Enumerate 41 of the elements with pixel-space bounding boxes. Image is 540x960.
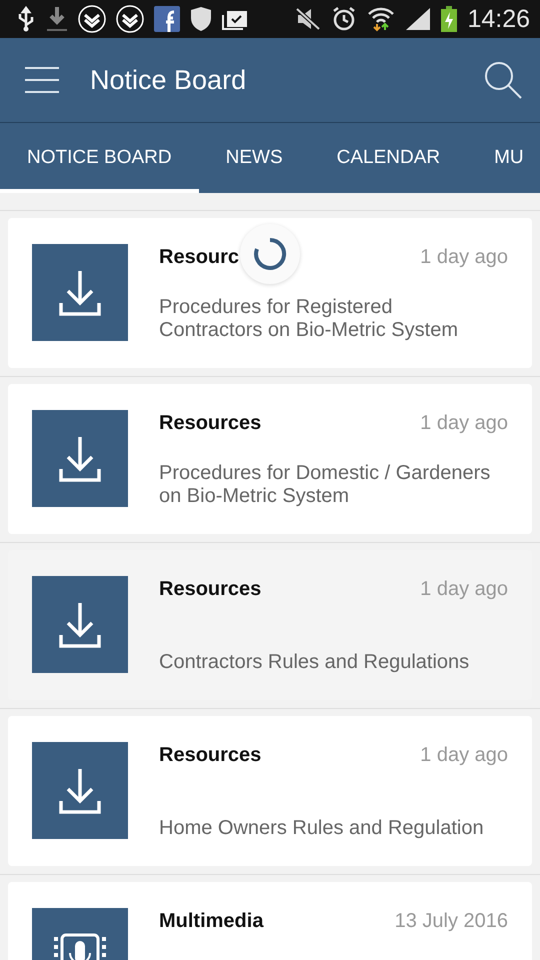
tab[interactable]: MU — [467, 123, 540, 193]
download-icon — [58, 268, 102, 316]
app-title: Notice Board — [90, 64, 248, 96]
notice-description: Home Owners Rules and Regulation — [159, 817, 485, 840]
download-icon — [58, 434, 102, 482]
notice-description: Procedures for Registered Contractors on Bio-Metric System — [159, 296, 459, 342]
notice-card[interactable]: Resources 1 day ago Procedures for Domestic / Gardeners on Bio-Metric System — [8, 384, 532, 534]
menu-icon[interactable] — [24, 66, 60, 94]
signal-icon — [405, 7, 432, 31]
chevron-circle-icon — [78, 5, 106, 33]
notice-card[interactable]: Resourc 1 day ago Procedures for Registered Contractors on Bio-Metric System — [8, 218, 532, 368]
tab[interactable]: NEWS — [198, 123, 310, 193]
notice-card[interactable]: Multimedia 13 July 2016 — [8, 882, 532, 960]
wifi-icon — [367, 6, 396, 32]
category-title: Resourc — [159, 246, 240, 269]
notice-card[interactable]: Resources 1 day ago Home Owners Rules and Regulation — [8, 716, 532, 866]
tab[interactable]: CALENDAR — [310, 123, 468, 193]
mute-icon — [295, 7, 322, 31]
usb-icon — [16, 6, 36, 32]
notice-description: Procedures for Domestic / Gardeners on Bio-Metric System — [159, 462, 492, 508]
category-title: Resources — [159, 744, 262, 767]
download-icon — [58, 766, 102, 814]
shield-icon — [190, 6, 212, 32]
category-title: Resources — [159, 412, 262, 435]
download-icon — [46, 6, 68, 32]
download-icon — [58, 600, 102, 648]
app-icon — [154, 6, 180, 32]
notice-description: Contractors Rules and Regulations — [159, 651, 470, 674]
chevron-circle-icon — [116, 5, 144, 33]
clock-time: 14:26 — [467, 4, 530, 34]
battery-icon — [441, 6, 458, 32]
post-time: 1 day ago — [420, 744, 508, 767]
post-time: 13 July 2016 — [394, 910, 508, 933]
post-time: 1 day ago — [420, 412, 508, 435]
tab[interactable]: NOTICE BOARD — [0, 123, 199, 193]
category-title: Multimedia — [159, 910, 264, 933]
alarm-icon — [331, 6, 358, 32]
category-title: Resources — [159, 578, 262, 601]
post-time: 1 day ago — [420, 246, 508, 269]
search-icon[interactable] — [484, 61, 522, 99]
post-time: 1 day ago — [420, 578, 508, 601]
